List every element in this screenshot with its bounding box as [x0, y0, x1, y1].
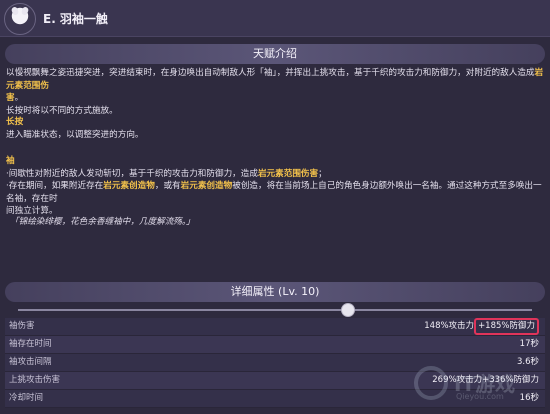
sleeve-text-1a: ·间歇性对附近的敌人发动斩切，基于千织的攻击力和防御力，造成: [6, 168, 258, 179]
sleeve-description: 袖 ·间歇性对附近的敌人发动斩切，基于千织的攻击力和防御力，造成岩元素范围伤害；…: [6, 155, 544, 218]
watermark-logo-icon: [414, 366, 448, 400]
stat-label: 袖攻击间隔: [9, 357, 52, 367]
stat-value-highlighted: +185%防御力: [474, 318, 539, 335]
intro-line-2: 害。: [6, 92, 544, 105]
sleeve-text-2a: ·存在期间，如果附近存在: [6, 181, 104, 191]
stat-value: 17秒: [519, 339, 539, 349]
stat-label: 袖存在时间: [9, 339, 52, 349]
character-avatar: [4, 3, 36, 35]
intro-text-a: 以慢视飘舞之姿迅捷突进，突进结束时，在身边唤出自动制敌人形「袖」，并挥出上挑攻击…: [6, 68, 535, 78]
sleeve-text-1b: ；: [318, 168, 327, 179]
sleeve-line-1: ·间歇性对附近的敌人发动斩切，基于千织的攻击力和防御力，造成岩元素范围伤害；: [6, 168, 544, 181]
sleeve-title: 袖: [6, 156, 15, 166]
site-watermark: IT游戏 Qieyou.com: [414, 364, 534, 406]
avatar-ear-right: [20, 6, 30, 16]
watermark-domain: Qieyou.com: [456, 392, 504, 401]
hold-title: 长按: [6, 117, 24, 127]
level-slider-knob[interactable]: [340, 303, 355, 317]
detail-section-header: 详细属性 (Lv. 10): [5, 282, 545, 302]
intro-line-1: 以慢视飘舞之姿迅捷突进，突进结束时，在身边唤出自动制敌人形「袖」，并挥出上挑攻击…: [6, 67, 544, 92]
hold-description: 长按 进入瞄准状态，以调整突进的方向。: [6, 116, 544, 141]
level-slider-track[interactable]: [18, 309, 532, 311]
stat-label: 袖伤害: [9, 321, 35, 331]
intro-text-b: 。: [14, 93, 24, 103]
avatar-ear-left: [10, 6, 20, 16]
intro-highlight-2: 害: [6, 93, 15, 103]
stat-value-main: 148%攻击力: [424, 321, 475, 331]
sleeve-text-2b: ，或有: [154, 181, 181, 191]
stat-label: 冷却时间: [9, 393, 44, 403]
skill-quote: 「锦绘染绯樱，花色余香缠袖中，几度解流殇。」: [10, 217, 195, 227]
hold-text: 进入瞄准状态，以调整突进的方向。: [6, 129, 144, 140]
skill-title: E. 羽袖一触: [43, 12, 108, 26]
stat-row-sleeve-damage: 袖伤害 148%攻击力 +185%防御力: [5, 318, 545, 336]
skill-header: E. 羽袖一触: [0, 0, 550, 37]
talent-description: 以慢视飘舞之姿迅捷突进，突进结束时，在身边唤出自动制敌人形「袖」，并挥出上挑攻击…: [6, 67, 544, 117]
stat-row-sleeve-duration: 袖存在时间 17秒: [5, 336, 545, 354]
sleeve-highlight-1: 岩元素范围伤害: [257, 168, 319, 179]
sleeve-highlight-3: 岩元素创造物: [180, 181, 233, 191]
talent-section-header: 天赋介绍: [5, 44, 545, 64]
stat-label: 上挑攻击伤害: [9, 375, 61, 385]
stat-value: 148%攻击力 +185%防御力: [424, 318, 539, 335]
sleeve-line-2: ·存在期间，如果附近存在岩元素创造物，或有岩元素创造物被创造，将在当前场上自己的…: [6, 180, 544, 205]
sleeve-highlight-2: 岩元素创造物: [103, 181, 155, 191]
